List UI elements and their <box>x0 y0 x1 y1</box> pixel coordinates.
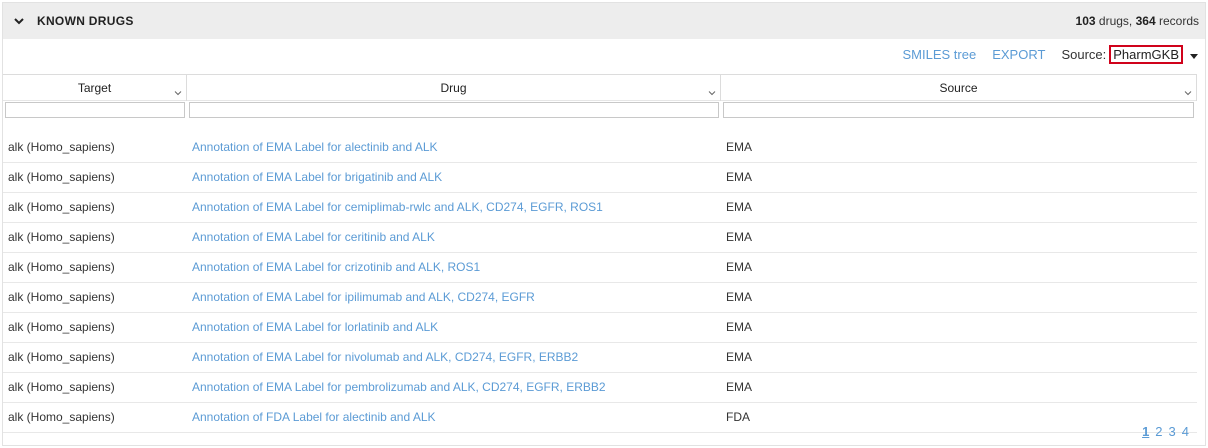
records-count: 364 <box>1135 14 1156 28</box>
records-summary: 103 drugs, 364 records <box>1076 14 1199 28</box>
target-cell: alk (Homo_sapiens) <box>8 170 115 184</box>
known-drugs-panel: KNOWN DRUGS 103 drugs, 364 records SMILE… <box>2 2 1206 446</box>
drug-link[interactable]: Annotation of EMA Label for brigatinib a… <box>192 163 442 193</box>
source-cell: EMA <box>726 230 753 244</box>
table-body: alk (Homo_sapiens) Annotation of EMA Labe… <box>3 133 1197 433</box>
collapse-chevron-icon[interactable] <box>13 15 25 27</box>
drug-link[interactable]: Annotation of EMA Label for cemiplimab-r… <box>192 193 603 223</box>
source-cell: EMA <box>726 170 753 184</box>
source-cell: EMA <box>726 350 753 364</box>
table-row: alk (Homo_sapiens) Annotation of EMA Labe… <box>3 163 1197 193</box>
panel-title: KNOWN DRUGS <box>37 14 134 28</box>
drug-filter-input[interactable] <box>189 102 719 118</box>
source-select[interactable]: PharmGKB <box>1109 44 1183 64</box>
target-cell: alk (Homo_sapiens) <box>8 140 115 154</box>
table-row: alk (Homo_sapiens) Annotation of EMA Labe… <box>3 193 1197 223</box>
table-row: alk (Homo_sapiens) Annotation of EMA Labe… <box>3 373 1197 403</box>
source-cell: EMA <box>726 260 753 274</box>
drugs-label: drugs, <box>1098 14 1133 28</box>
source-label: Source: <box>1061 46 1107 62</box>
target-cell: alk (Homo_sapiens) <box>8 320 115 334</box>
drug-link[interactable]: Annotation of FDA Label for alectinib an… <box>192 403 436 433</box>
drug-link[interactable]: Annotation of EMA Label for lorlatinib a… <box>192 313 438 343</box>
source-cell: EMA <box>726 290 753 304</box>
drug-link[interactable]: Annotation of EMA Label for ipilimumab a… <box>192 283 535 313</box>
filter-row <box>3 101 1197 120</box>
drugs-count: 103 <box>1075 14 1096 28</box>
page-link[interactable]: 3 <box>1169 424 1176 439</box>
smiles-tree-link[interactable]: SMILES tree <box>903 47 977 62</box>
known-drugs-table: Target Drug Source alk (Homo_sapiens) Ann… <box>3 74 1197 433</box>
column-header-label: Target <box>77 81 112 95</box>
target-cell: alk (Homo_sapiens) <box>8 200 115 214</box>
source-filter-input[interactable] <box>723 102 1194 118</box>
chevron-down-icon[interactable] <box>1184 80 1192 96</box>
column-header-drug[interactable]: Drug <box>187 75 721 101</box>
drug-link[interactable]: Annotation of EMA Label for nivolumab an… <box>192 343 578 373</box>
column-header-source[interactable]: Source <box>721 75 1197 101</box>
source-cell: FDA <box>726 410 750 424</box>
page-link[interactable]: 1 <box>1142 424 1149 439</box>
table-row: alk (Homo_sapiens) Annotation of EMA Labe… <box>3 223 1197 253</box>
pagination: 1234 <box>1142 424 1189 439</box>
source-cell: EMA <box>726 200 753 214</box>
records-label: records <box>1158 14 1199 28</box>
chevron-down-icon[interactable] <box>174 80 182 96</box>
export-link[interactable]: EXPORT <box>992 47 1045 62</box>
table-row: alk (Homo_sapiens) Annotation of EMA Labe… <box>3 343 1197 373</box>
target-cell: alk (Homo_sapiens) <box>8 260 115 274</box>
caret-down-icon[interactable] <box>1189 49 1199 59</box>
drug-link[interactable]: Annotation of EMA Label for alectinib an… <box>192 133 438 163</box>
target-cell: alk (Homo_sapiens) <box>8 290 115 304</box>
source-cell: EMA <box>726 140 753 154</box>
table-header-row: Target Drug Source <box>3 74 1197 101</box>
table-row: alk (Homo_sapiens) Annotation of EMA Labe… <box>3 283 1197 313</box>
target-cell: alk (Homo_sapiens) <box>8 410 115 424</box>
page-link[interactable]: 2 <box>1155 424 1162 439</box>
drug-link[interactable]: Annotation of EMA Label for pembrolizuma… <box>192 373 606 403</box>
drug-link[interactable]: Annotation of EMA Label for ceritinib an… <box>192 223 435 253</box>
column-header-target[interactable]: Target <box>3 75 187 101</box>
page-link[interactable]: 4 <box>1182 424 1189 439</box>
chevron-down-icon[interactable] <box>708 80 716 96</box>
drug-link[interactable]: Annotation of EMA Label for crizotinib a… <box>192 253 480 283</box>
source-cell: EMA <box>726 320 753 334</box>
column-header-label: Source <box>939 81 978 95</box>
table-toolbar: SMILES tree EXPORT Source: PharmGKB <box>903 44 1199 64</box>
column-header-label: Drug <box>440 81 467 95</box>
target-cell: alk (Homo_sapiens) <box>8 350 115 364</box>
table-row: alk (Homo_sapiens) Annotation of FDA Labe… <box>3 403 1197 433</box>
source-cell: EMA <box>726 380 753 394</box>
table-row: alk (Homo_sapiens) Annotation of EMA Labe… <box>3 133 1197 163</box>
table-row: alk (Homo_sapiens) Annotation of EMA Labe… <box>3 313 1197 343</box>
target-cell: alk (Homo_sapiens) <box>8 230 115 244</box>
panel-header: KNOWN DRUGS 103 drugs, 364 records <box>3 3 1205 39</box>
target-filter-input[interactable] <box>5 102 185 118</box>
target-cell: alk (Homo_sapiens) <box>8 380 115 394</box>
table-row: alk (Homo_sapiens) Annotation of EMA Labe… <box>3 253 1197 283</box>
